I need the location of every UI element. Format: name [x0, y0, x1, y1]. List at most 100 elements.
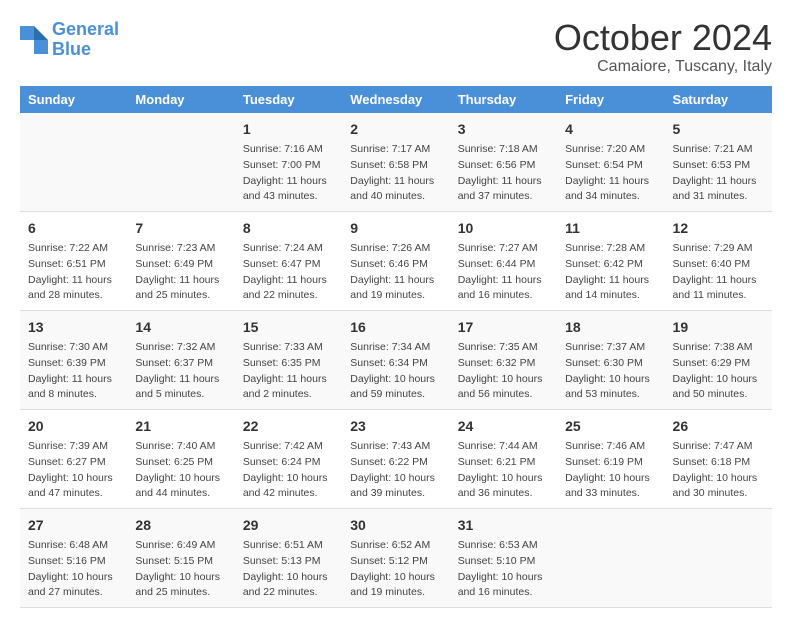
- day-info: Sunrise: 6:49 AM Sunset: 5:15 PM Dayligh…: [135, 538, 226, 601]
- calendar-cell: 30Sunrise: 6:52 AM Sunset: 5:12 PM Dayli…: [342, 509, 449, 608]
- logo-line1: General: [52, 19, 119, 39]
- calendar-cell: 27Sunrise: 6:48 AM Sunset: 5:16 PM Dayli…: [20, 509, 127, 608]
- day-info: Sunrise: 7:40 AM Sunset: 6:25 PM Dayligh…: [135, 439, 226, 502]
- calendar-cell: 20Sunrise: 7:39 AM Sunset: 6:27 PM Dayli…: [20, 410, 127, 509]
- calendar-cell: [20, 113, 127, 212]
- calendar-cell: 1Sunrise: 7:16 AM Sunset: 7:00 PM Daylig…: [235, 113, 342, 212]
- day-number: 1: [243, 119, 334, 140]
- day-number: 16: [350, 317, 441, 338]
- calendar-cell: [127, 113, 234, 212]
- day-number: 3: [458, 119, 549, 140]
- calendar-cell: 21Sunrise: 7:40 AM Sunset: 6:25 PM Dayli…: [127, 410, 234, 509]
- calendar-cell: [557, 509, 664, 608]
- day-info: Sunrise: 7:44 AM Sunset: 6:21 PM Dayligh…: [458, 439, 549, 502]
- day-number: 24: [458, 416, 549, 437]
- day-number: 19: [673, 317, 764, 338]
- logo: General Blue: [20, 20, 119, 60]
- title-block: October 2024 Camaiore, Tuscany, Italy: [554, 20, 772, 76]
- day-number: 15: [243, 317, 334, 338]
- page-header: General Blue October 2024 Camaiore, Tusc…: [20, 20, 772, 76]
- day-info: Sunrise: 6:48 AM Sunset: 5:16 PM Dayligh…: [28, 538, 119, 601]
- calendar-table: SundayMondayTuesdayWednesdayThursdayFrid…: [20, 86, 772, 608]
- calendar-cell: 10Sunrise: 7:27 AM Sunset: 6:44 PM Dayli…: [450, 212, 557, 311]
- day-info: Sunrise: 7:22 AM Sunset: 6:51 PM Dayligh…: [28, 241, 119, 304]
- day-number: 9: [350, 218, 441, 239]
- calendar-cell: 7Sunrise: 7:23 AM Sunset: 6:49 PM Daylig…: [127, 212, 234, 311]
- day-info: Sunrise: 7:26 AM Sunset: 6:46 PM Dayligh…: [350, 241, 441, 304]
- calendar-cell: 13Sunrise: 7:30 AM Sunset: 6:39 PM Dayli…: [20, 311, 127, 410]
- day-info: Sunrise: 7:27 AM Sunset: 6:44 PM Dayligh…: [458, 241, 549, 304]
- calendar-cell: 28Sunrise: 6:49 AM Sunset: 5:15 PM Dayli…: [127, 509, 234, 608]
- day-info: Sunrise: 7:30 AM Sunset: 6:39 PM Dayligh…: [28, 340, 119, 403]
- day-number: 22: [243, 416, 334, 437]
- calendar-cell: 16Sunrise: 7:34 AM Sunset: 6:34 PM Dayli…: [342, 311, 449, 410]
- day-number: 6: [28, 218, 119, 239]
- day-number: 14: [135, 317, 226, 338]
- calendar-week-row: 27Sunrise: 6:48 AM Sunset: 5:16 PM Dayli…: [20, 509, 772, 608]
- day-info: Sunrise: 7:20 AM Sunset: 6:54 PM Dayligh…: [565, 142, 656, 205]
- calendar-cell: 9Sunrise: 7:26 AM Sunset: 6:46 PM Daylig…: [342, 212, 449, 311]
- calendar-cell: 29Sunrise: 6:51 AM Sunset: 5:13 PM Dayli…: [235, 509, 342, 608]
- header-saturday: Saturday: [665, 86, 772, 113]
- day-info: Sunrise: 7:47 AM Sunset: 6:18 PM Dayligh…: [673, 439, 764, 502]
- day-number: 8: [243, 218, 334, 239]
- day-number: 21: [135, 416, 226, 437]
- day-info: Sunrise: 7:33 AM Sunset: 6:35 PM Dayligh…: [243, 340, 334, 403]
- day-info: Sunrise: 7:39 AM Sunset: 6:27 PM Dayligh…: [28, 439, 119, 502]
- day-number: 29: [243, 515, 334, 536]
- day-number: 11: [565, 218, 656, 239]
- day-number: 25: [565, 416, 656, 437]
- day-number: 23: [350, 416, 441, 437]
- calendar-cell: 26Sunrise: 7:47 AM Sunset: 6:18 PM Dayli…: [665, 410, 772, 509]
- calendar-cell: 17Sunrise: 7:35 AM Sunset: 6:32 PM Dayli…: [450, 311, 557, 410]
- calendar-cell: 22Sunrise: 7:42 AM Sunset: 6:24 PM Dayli…: [235, 410, 342, 509]
- calendar-cell: 19Sunrise: 7:38 AM Sunset: 6:29 PM Dayli…: [665, 311, 772, 410]
- calendar-week-row: 6Sunrise: 7:22 AM Sunset: 6:51 PM Daylig…: [20, 212, 772, 311]
- day-number: 2: [350, 119, 441, 140]
- day-info: Sunrise: 7:35 AM Sunset: 6:32 PM Dayligh…: [458, 340, 549, 403]
- day-number: 13: [28, 317, 119, 338]
- day-number: 12: [673, 218, 764, 239]
- day-info: Sunrise: 7:21 AM Sunset: 6:53 PM Dayligh…: [673, 142, 764, 205]
- day-info: Sunrise: 7:46 AM Sunset: 6:19 PM Dayligh…: [565, 439, 656, 502]
- header-tuesday: Tuesday: [235, 86, 342, 113]
- header-friday: Friday: [557, 86, 664, 113]
- calendar-cell: 25Sunrise: 7:46 AM Sunset: 6:19 PM Dayli…: [557, 410, 664, 509]
- day-number: 20: [28, 416, 119, 437]
- day-info: Sunrise: 7:23 AM Sunset: 6:49 PM Dayligh…: [135, 241, 226, 304]
- day-info: Sunrise: 7:38 AM Sunset: 6:29 PM Dayligh…: [673, 340, 764, 403]
- day-number: 28: [135, 515, 226, 536]
- day-number: 26: [673, 416, 764, 437]
- day-info: Sunrise: 6:51 AM Sunset: 5:13 PM Dayligh…: [243, 538, 334, 601]
- calendar-cell: 3Sunrise: 7:18 AM Sunset: 6:56 PM Daylig…: [450, 113, 557, 212]
- calendar-cell: 12Sunrise: 7:29 AM Sunset: 6:40 PM Dayli…: [665, 212, 772, 311]
- day-info: Sunrise: 7:42 AM Sunset: 6:24 PM Dayligh…: [243, 439, 334, 502]
- day-number: 31: [458, 515, 549, 536]
- calendar-cell: 24Sunrise: 7:44 AM Sunset: 6:21 PM Dayli…: [450, 410, 557, 509]
- day-number: 10: [458, 218, 549, 239]
- day-number: 4: [565, 119, 656, 140]
- day-number: 7: [135, 218, 226, 239]
- calendar-cell: 11Sunrise: 7:28 AM Sunset: 6:42 PM Dayli…: [557, 212, 664, 311]
- header-monday: Monday: [127, 86, 234, 113]
- calendar-cell: 4Sunrise: 7:20 AM Sunset: 6:54 PM Daylig…: [557, 113, 664, 212]
- logo-icon: [20, 26, 48, 54]
- location-title: Camaiore, Tuscany, Italy: [554, 58, 772, 76]
- day-info: Sunrise: 7:28 AM Sunset: 6:42 PM Dayligh…: [565, 241, 656, 304]
- day-info: Sunrise: 7:29 AM Sunset: 6:40 PM Dayligh…: [673, 241, 764, 304]
- header-sunday: Sunday: [20, 86, 127, 113]
- day-info: Sunrise: 7:18 AM Sunset: 6:56 PM Dayligh…: [458, 142, 549, 205]
- day-number: 18: [565, 317, 656, 338]
- calendar-header-row: SundayMondayTuesdayWednesdayThursdayFrid…: [20, 86, 772, 113]
- day-info: Sunrise: 7:37 AM Sunset: 6:30 PM Dayligh…: [565, 340, 656, 403]
- calendar-cell: 23Sunrise: 7:43 AM Sunset: 6:22 PM Dayli…: [342, 410, 449, 509]
- calendar-cell: 2Sunrise: 7:17 AM Sunset: 6:58 PM Daylig…: [342, 113, 449, 212]
- month-title: October 2024: [554, 20, 772, 56]
- day-number: 27: [28, 515, 119, 536]
- day-info: Sunrise: 7:24 AM Sunset: 6:47 PM Dayligh…: [243, 241, 334, 304]
- calendar-cell: 31Sunrise: 6:53 AM Sunset: 5:10 PM Dayli…: [450, 509, 557, 608]
- calendar-cell: 5Sunrise: 7:21 AM Sunset: 6:53 PM Daylig…: [665, 113, 772, 212]
- header-wednesday: Wednesday: [342, 86, 449, 113]
- day-info: Sunrise: 7:34 AM Sunset: 6:34 PM Dayligh…: [350, 340, 441, 403]
- calendar-cell: 14Sunrise: 7:32 AM Sunset: 6:37 PM Dayli…: [127, 311, 234, 410]
